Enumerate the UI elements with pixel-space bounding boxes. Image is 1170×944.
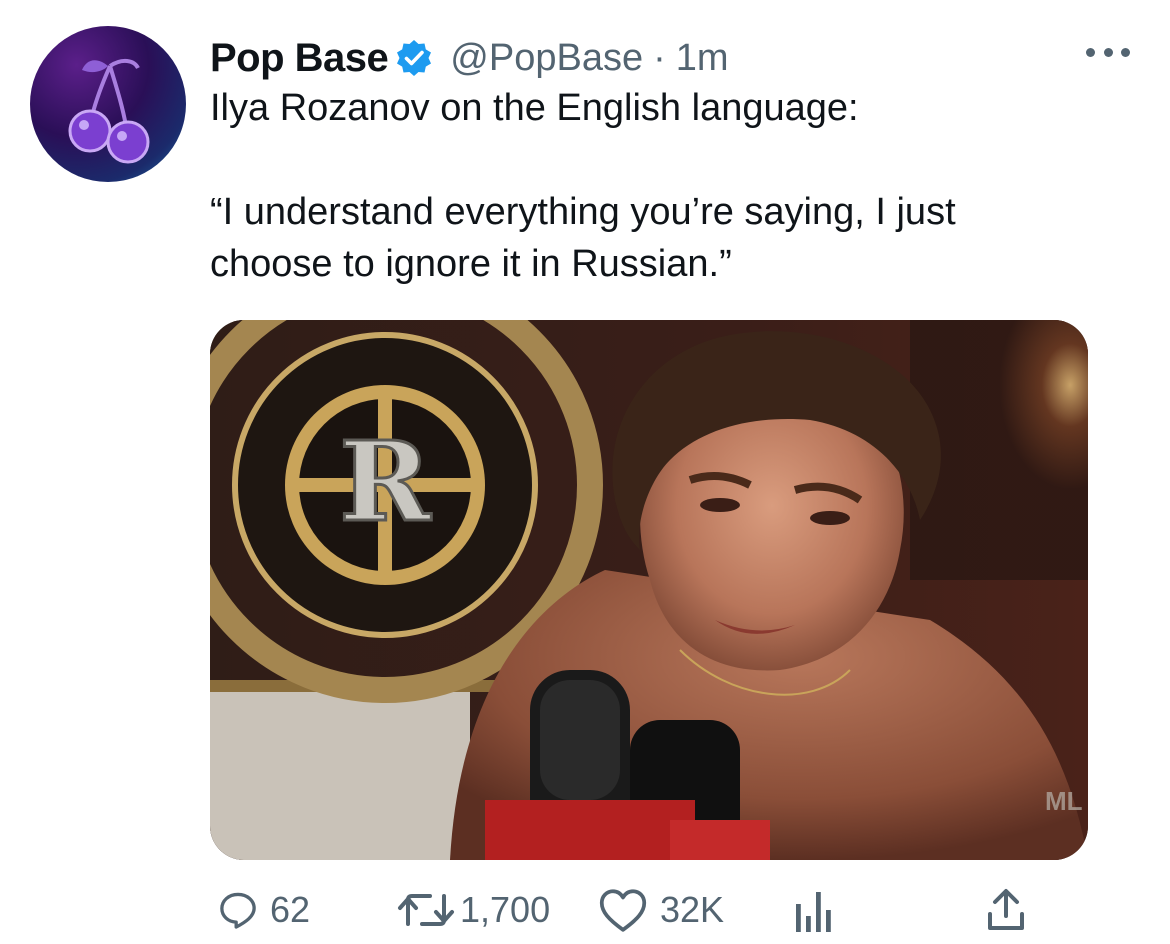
corner-watermark: ML — [1045, 786, 1083, 816]
separator-dot: · — [653, 36, 666, 79]
tweet-quote-line: choose to ignore it in Russian.” — [210, 243, 732, 285]
more-options-icon[interactable] — [1086, 44, 1130, 60]
tweet-photo[interactable]: R ML — [210, 320, 1088, 860]
tweet: Pop Base @PopBase · 1m Ilya Rozanov on t… — [0, 0, 1170, 944]
analytics-button[interactable] — [794, 880, 834, 940]
avatar[interactable] — [30, 26, 186, 182]
reply-icon — [220, 892, 256, 929]
tweet-header: Pop Base @PopBase · 1m — [210, 30, 729, 86]
reply-count: 62 — [270, 889, 311, 930]
logo-letter: R — [339, 417, 432, 546]
tweet-quote-line: “I understand everything you’re saying, … — [210, 191, 956, 233]
retweet-button[interactable]: 1,700 — [396, 880, 550, 940]
heart-icon — [599, 889, 647, 932]
like-count: 32K — [660, 889, 725, 930]
reply-button[interactable]: 62 — [216, 880, 310, 940]
like-button[interactable]: 32K — [598, 880, 724, 940]
retweet-count: 1,700 — [460, 889, 551, 930]
tweet-text: Ilya Rozanov on the English language: “I… — [210, 82, 1130, 290]
cherry-icon — [68, 59, 150, 164]
share-icon — [988, 889, 1024, 930]
tweet-text-line: Ilya Rozanov on the English language: — [210, 87, 859, 129]
share-button[interactable] — [986, 880, 1026, 940]
bar-chart-icon — [796, 892, 831, 932]
verified-badge-icon — [394, 38, 434, 78]
tweet-actions: 62 1,700 32K — [210, 880, 1090, 940]
author-handle[interactable]: @PopBase — [450, 37, 643, 80]
author-name[interactable]: Pop Base — [210, 36, 389, 81]
timestamp[interactable]: 1m — [676, 37, 729, 80]
retweet-icon — [398, 894, 454, 926]
